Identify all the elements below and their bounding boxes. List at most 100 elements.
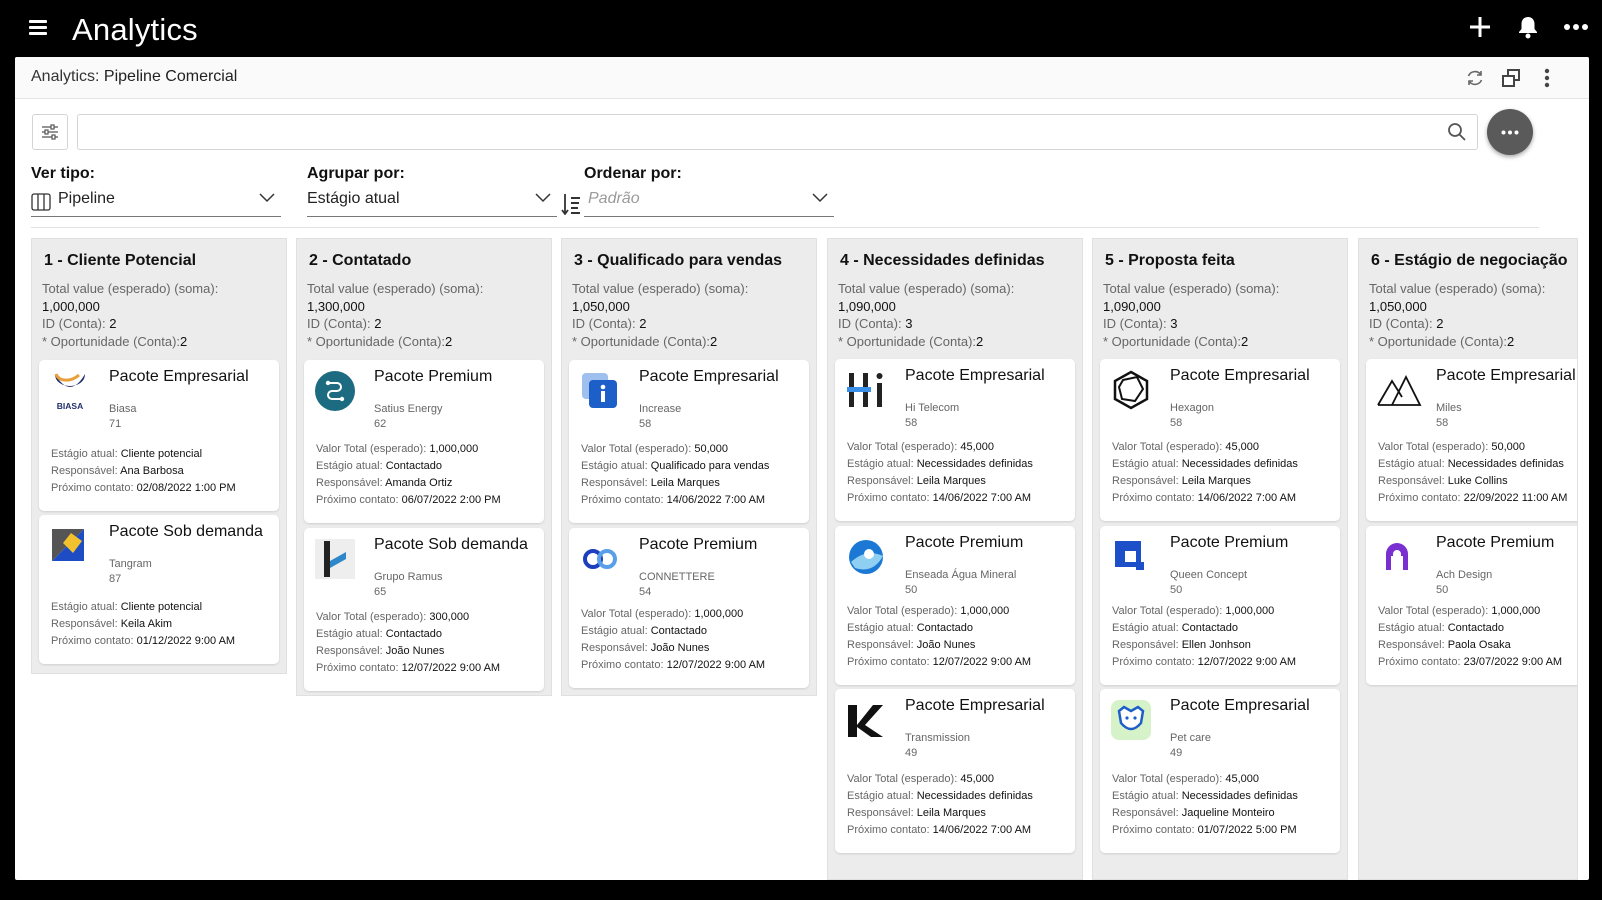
current-stage-label: Estágio atual: bbox=[1112, 790, 1179, 802]
product-name: Pacote Premium bbox=[905, 534, 1024, 551]
card-details: Valor Total (esperado): 1,000,000 Estágio… bbox=[1378, 603, 1562, 671]
product-name: Pacote Empresarial bbox=[109, 368, 249, 385]
current-stage-label: Estágio atual: bbox=[1378, 622, 1445, 634]
card-details: Valor Total (esperado): 1,000,000 Estágio… bbox=[581, 606, 765, 674]
current-stage-label: Estágio atual: bbox=[1112, 622, 1179, 634]
view-type-select[interactable]: Pipeline bbox=[31, 185, 281, 217]
filter-settings-button[interactable] bbox=[32, 114, 68, 150]
expected-value-value: 45,000 bbox=[960, 441, 994, 453]
current-stage-value: Necessidades definidas bbox=[916, 790, 1033, 802]
product-name: Pacote Empresarial bbox=[905, 697, 1045, 714]
company-name: Grupo Ramus bbox=[374, 571, 443, 583]
current-stage-label: Estágio atual: bbox=[847, 622, 914, 634]
owner-value: Amanda Ortiz bbox=[385, 477, 453, 489]
expected-value-label: Valor Total (esperado): bbox=[581, 443, 692, 455]
current-stage-value: Contactado bbox=[1447, 622, 1504, 634]
company-name: Enseada Água Mineral bbox=[905, 569, 1017, 581]
opportunity-count-label: * Oportunidade (Conta): bbox=[838, 333, 977, 349]
expected-value-value: 1,000,000 bbox=[960, 605, 1010, 617]
current-stage-label: Estágio atual: bbox=[847, 458, 914, 470]
sort-direction-icon[interactable] bbox=[561, 193, 581, 216]
company-name: Biasa bbox=[109, 403, 137, 415]
app-title: Analytics bbox=[72, 12, 198, 47]
current-stage-label: Estágio atual: bbox=[51, 448, 118, 460]
more-vertical-icon[interactable] bbox=[1535, 66, 1559, 90]
owner-value: Ellen Jonhson bbox=[1181, 639, 1251, 651]
owner-label: Responsável: bbox=[847, 807, 914, 819]
opportunity-card[interactable]: Pacote Premium Satius Energy 62 Valor Total… bbox=[304, 360, 544, 523]
current-stage-label: Estágio atual: bbox=[316, 628, 383, 640]
total-value: 1,050,000 bbox=[1369, 298, 1427, 314]
opportunity-card[interactable]: Pacote Empresarial Hi Telecom 58 Valor Tota… bbox=[835, 359, 1075, 521]
enseada-logo bbox=[845, 536, 887, 578]
total-value-label: Total value (esperado) (soma): bbox=[307, 281, 484, 296]
opportunity-card[interactable]: Pacote Empresarial Pet care 49 Valor Total … bbox=[1100, 689, 1340, 853]
expected-value-label: Valor Total (esperado): bbox=[847, 605, 958, 617]
score: 58 bbox=[905, 417, 918, 429]
more-options-button[interactable] bbox=[1487, 109, 1533, 155]
opportunity-card[interactable]: Pacote Empresarial Hexagon 58 Valor Total (… bbox=[1100, 359, 1340, 521]
company-name: Queen Concept bbox=[1170, 569, 1248, 581]
next-contact-value: 12/07/2022 9:00 AM bbox=[666, 659, 766, 671]
card-details: Valor Total (esperado): 50,000 Estágio at… bbox=[1378, 439, 1567, 507]
id-count-label: ID (Conta): bbox=[307, 316, 371, 331]
card-details: Valor Total (esperado): 45,000 Estágio at… bbox=[1112, 771, 1298, 839]
ach-design-logo bbox=[1376, 536, 1418, 578]
next-contact-label: Próximo contato: bbox=[847, 492, 930, 504]
refresh-icon[interactable] bbox=[1463, 66, 1487, 90]
bell-icon[interactable] bbox=[1514, 13, 1542, 41]
opportunity-card[interactable]: Pacote Empresarial Increase 58 Valor Total … bbox=[569, 360, 809, 523]
current-stage-label: Estágio atual: bbox=[1112, 458, 1179, 470]
window-restore-icon[interactable] bbox=[1499, 66, 1523, 90]
next-contact-label: Próximo contato: bbox=[1112, 656, 1195, 668]
column-summary: Total value (esperado) (soma): 1,090,000 I… bbox=[1103, 280, 1279, 350]
opportunity-count-label: * Oportunidade (Conta): bbox=[307, 333, 446, 349]
next-contact-value: 14/06/2022 7:00 AM bbox=[666, 494, 766, 506]
search-icon[interactable] bbox=[1447, 122, 1469, 144]
score: 50 bbox=[1170, 584, 1183, 596]
column-summary: Total value (esperado) (soma): 1,090,000 I… bbox=[838, 280, 1014, 350]
sort-by-select[interactable]: Padrão bbox=[584, 185, 834, 217]
score: 65 bbox=[374, 586, 387, 598]
opportunity-card[interactable]: BIASA Pacote Empresarial Biasa 71 Estágio at… bbox=[39, 360, 279, 511]
opportunity-card[interactable]: Pacote Sob demanda Tangram 87 Estágio atual… bbox=[39, 515, 279, 664]
expected-value-value: 50,000 bbox=[1491, 441, 1525, 453]
more-horizontal-icon[interactable] bbox=[1562, 13, 1590, 41]
expected-value-value: 45,000 bbox=[1225, 773, 1259, 785]
owner-label: Responsável: bbox=[847, 475, 914, 487]
card-details: Valor Total (esperado): 1,000,000 Estágio… bbox=[847, 603, 1031, 671]
product-name: Pacote Premium bbox=[374, 368, 493, 385]
current-stage-label: Estágio atual: bbox=[581, 625, 648, 637]
pipeline-window: Analytics: Pipeline Comercial Ver tipo: bbox=[15, 57, 1589, 880]
opportunity-card[interactable]: Pacote Empresarial Miles 58 Valor Total (es… bbox=[1366, 359, 1577, 521]
opportunity-card[interactable]: Pacote Premium Queen Concept 50 Valor Total… bbox=[1100, 526, 1340, 685]
column-title: 1 - Cliente Potencial bbox=[44, 252, 197, 269]
company-name: CONNETTERE bbox=[639, 571, 715, 583]
opportunity-card[interactable]: Pacote Premium Enseada Água Mineral 50 Valo… bbox=[835, 526, 1075, 685]
score: 50 bbox=[1436, 584, 1449, 596]
next-contact-value: 12/07/2022 9:00 AM bbox=[401, 662, 501, 674]
satius-logo bbox=[314, 370, 356, 412]
group-by-select[interactable]: Estágio atual bbox=[307, 185, 557, 217]
opportunity-card[interactable]: Pacote Empresarial Transmission 49 Valor To… bbox=[835, 689, 1075, 853]
owner-value: Jaqueline Monteiro bbox=[1181, 807, 1275, 819]
opportunity-card[interactable]: Pacote Sob demanda Grupo Ramus 65 Valor Tot… bbox=[304, 528, 544, 691]
id-count: 3 bbox=[905, 316, 913, 331]
expected-value-label: Valor Total (esperado): bbox=[581, 608, 692, 620]
search-input[interactable] bbox=[86, 121, 1436, 143]
add-icon[interactable] bbox=[1466, 13, 1494, 41]
window-title-text: Pipeline Comercial bbox=[103, 68, 238, 85]
increase-logo bbox=[579, 370, 621, 412]
expected-value-value: 1,000,000 bbox=[1225, 605, 1275, 617]
miles-logo bbox=[1376, 369, 1422, 411]
total-value: 1,300,000 bbox=[307, 298, 365, 314]
card-details: Valor Total (esperado): 45,000 Estágio at… bbox=[847, 439, 1033, 507]
expected-value-label: Valor Total (esperado): bbox=[1378, 605, 1489, 617]
owner-label: Responsável: bbox=[1378, 475, 1445, 487]
opportunity-card[interactable]: Pacote Premium CONNETTERE 54 Valor Total (e… bbox=[569, 528, 809, 688]
hamburger-menu-icon[interactable] bbox=[29, 20, 49, 36]
opportunity-card[interactable]: Pacote Premium Ach Design 50 Valor Total (e… bbox=[1366, 526, 1577, 685]
pipeline-column: 4 - Necessidades definidas Total value (e… bbox=[827, 238, 1083, 880]
id-count-label: ID (Conta): bbox=[1369, 316, 1433, 331]
next-contact-value: 22/09/2022 11:00 AM bbox=[1463, 492, 1568, 504]
